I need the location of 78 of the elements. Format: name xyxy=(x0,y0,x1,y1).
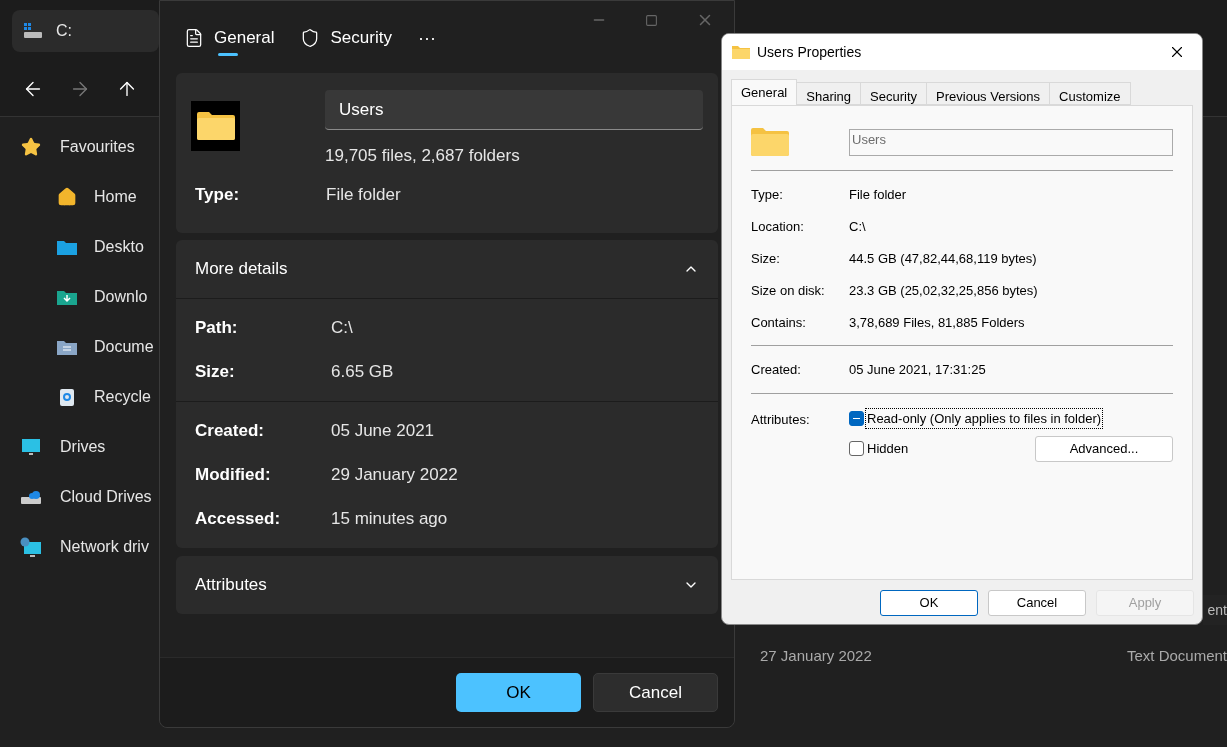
property-label: Size: xyxy=(751,249,781,268)
item-count: 19,705 files, 2,687 folders xyxy=(325,145,521,167)
folder-icon xyxy=(196,112,235,140)
sidebar-item[interactable]: Deskto xyxy=(0,222,159,272)
drive-tab[interactable]: C: xyxy=(12,10,159,52)
cloud-drive-icon xyxy=(20,489,42,505)
detail-label: Size: xyxy=(195,361,236,384)
file-type: ent xyxy=(1207,600,1227,620)
download-folder-icon xyxy=(57,289,77,305)
detail-value: C:\ xyxy=(331,317,353,340)
ok-button[interactable]: OK xyxy=(880,590,978,616)
file-date: 27 January 2022 xyxy=(760,645,872,666)
property-value: 44.5 GB (47,82,44,68,119 bytes) xyxy=(849,249,1037,268)
folder-icon xyxy=(751,128,789,156)
document-icon xyxy=(184,28,204,48)
property-label: Location: xyxy=(751,217,805,236)
tab[interactable]: Sharing xyxy=(796,82,862,105)
sidebar-item[interactable]: Docume xyxy=(0,322,159,372)
checkbox[interactable] xyxy=(849,411,864,426)
property-value: 05 June 2021, 17:31:25 xyxy=(849,360,986,379)
documents-folder-icon xyxy=(57,339,77,355)
tab[interactable]: Previous Versions xyxy=(926,82,1051,105)
detail-value: 15 minutes ago xyxy=(331,508,448,531)
drive-icon xyxy=(24,23,42,39)
cancel-button[interactable]: Cancel xyxy=(593,673,718,712)
property-value: 23.3 GB (25,02,32,25,856 bytes) xyxy=(849,281,1038,300)
property-value: File folder xyxy=(849,185,907,204)
name-field[interactable]: Users xyxy=(325,90,703,130)
window-title: Users Properties xyxy=(757,42,862,62)
tab[interactable]: Customize xyxy=(1049,82,1131,105)
name-field[interactable]: Users xyxy=(849,128,1173,156)
checkbox[interactable] xyxy=(849,441,864,456)
property-label: Created: xyxy=(751,360,802,379)
section-header[interactable]: Attributes xyxy=(176,556,718,614)
monitor-icon xyxy=(21,438,41,456)
detail-value: 6.65 GB xyxy=(331,361,394,384)
network-drive-icon xyxy=(20,537,42,557)
property-label: Type: xyxy=(751,185,784,204)
section-header[interactable]: More details xyxy=(176,240,718,298)
detail-value: 29 January 2022 xyxy=(331,464,458,487)
file-type: Text Document xyxy=(1126,645,1227,666)
attributes-label: Attributes: xyxy=(751,411,811,429)
type-label: Type: xyxy=(195,183,241,206)
type-value: File folder xyxy=(326,183,401,206)
advanced-button[interactable]: Advanced... xyxy=(1035,435,1173,462)
folder-icon xyxy=(732,45,750,59)
sidebar-item[interactable]: Cloud Drives xyxy=(0,472,159,522)
tab-title: C: xyxy=(56,21,72,41)
sidebar-item[interactable]: Recycle xyxy=(0,372,159,422)
detail-label: Accessed: xyxy=(195,508,282,531)
tab[interactable]: Security xyxy=(300,23,392,53)
folder-icon xyxy=(57,239,77,255)
maximize-icon[interactable] xyxy=(645,13,658,27)
property-value: 3,78,689 Files, 81,885 Folders xyxy=(849,313,1025,332)
ok-button[interactable]: OK xyxy=(456,673,581,712)
detail-label: Created: xyxy=(195,420,265,443)
property-label: Size on disk: xyxy=(751,281,826,300)
detail-label: Path: xyxy=(195,317,239,340)
sidebar-item[interactable]: Home xyxy=(0,172,159,222)
sidebar-item[interactable]: Downlo xyxy=(0,272,159,322)
recycle-bin-icon xyxy=(59,388,75,406)
checkbox-label[interactable]: Read-only (Only applies to files in folder) xyxy=(866,408,1103,429)
more-tabs[interactable]: ··· xyxy=(417,24,436,52)
star-icon xyxy=(21,137,41,157)
cancel-button[interactable]: Cancel xyxy=(988,590,1086,616)
home-icon xyxy=(57,187,77,207)
tab[interactable]: Security xyxy=(860,82,928,105)
tab[interactable]: General xyxy=(731,79,798,105)
file-row[interactable]: 27 January 2022 Text Document xyxy=(735,636,1227,676)
checkbox-label[interactable]: Hidden xyxy=(866,438,910,459)
sidebar-item[interactable]: Network driv xyxy=(0,522,159,572)
property-value: C:\ xyxy=(849,217,866,236)
property-label: Contains: xyxy=(751,313,807,332)
tab[interactable]: General xyxy=(184,23,275,53)
detail-value: 05 June 2021 xyxy=(331,420,435,443)
detail-label: Modified: xyxy=(195,464,272,487)
sidebar-item[interactable]: Favourites xyxy=(0,122,159,172)
sidebar-item[interactable]: Drives xyxy=(0,422,159,472)
